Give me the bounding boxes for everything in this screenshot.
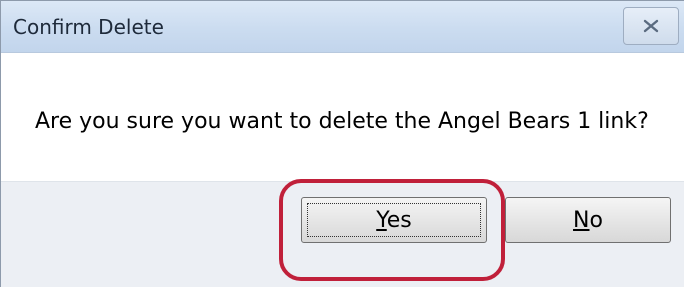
yes-button-label: Yes: [376, 208, 412, 233]
no-button-label: No: [573, 208, 603, 233]
no-mnemonic: N: [573, 207, 590, 233]
yes-mnemonic: Y: [376, 207, 387, 233]
no-label-rest: o: [589, 207, 603, 233]
confirm-delete-dialog: Confirm Delete Are you sure you want to …: [0, 0, 684, 287]
title-bar[interactable]: Confirm Delete: [1, 1, 684, 53]
message-area: Are you sure you want to delete the Ange…: [1, 53, 684, 181]
window-title: Confirm Delete: [13, 15, 164, 39]
yes-label-rest: es: [386, 207, 412, 233]
no-button[interactable]: No: [505, 197, 671, 243]
close-icon: [642, 19, 660, 33]
yes-button[interactable]: Yes: [301, 197, 487, 243]
close-button[interactable]: [623, 7, 679, 45]
confirmation-message: Are you sure you want to delete the Ange…: [35, 109, 649, 134]
